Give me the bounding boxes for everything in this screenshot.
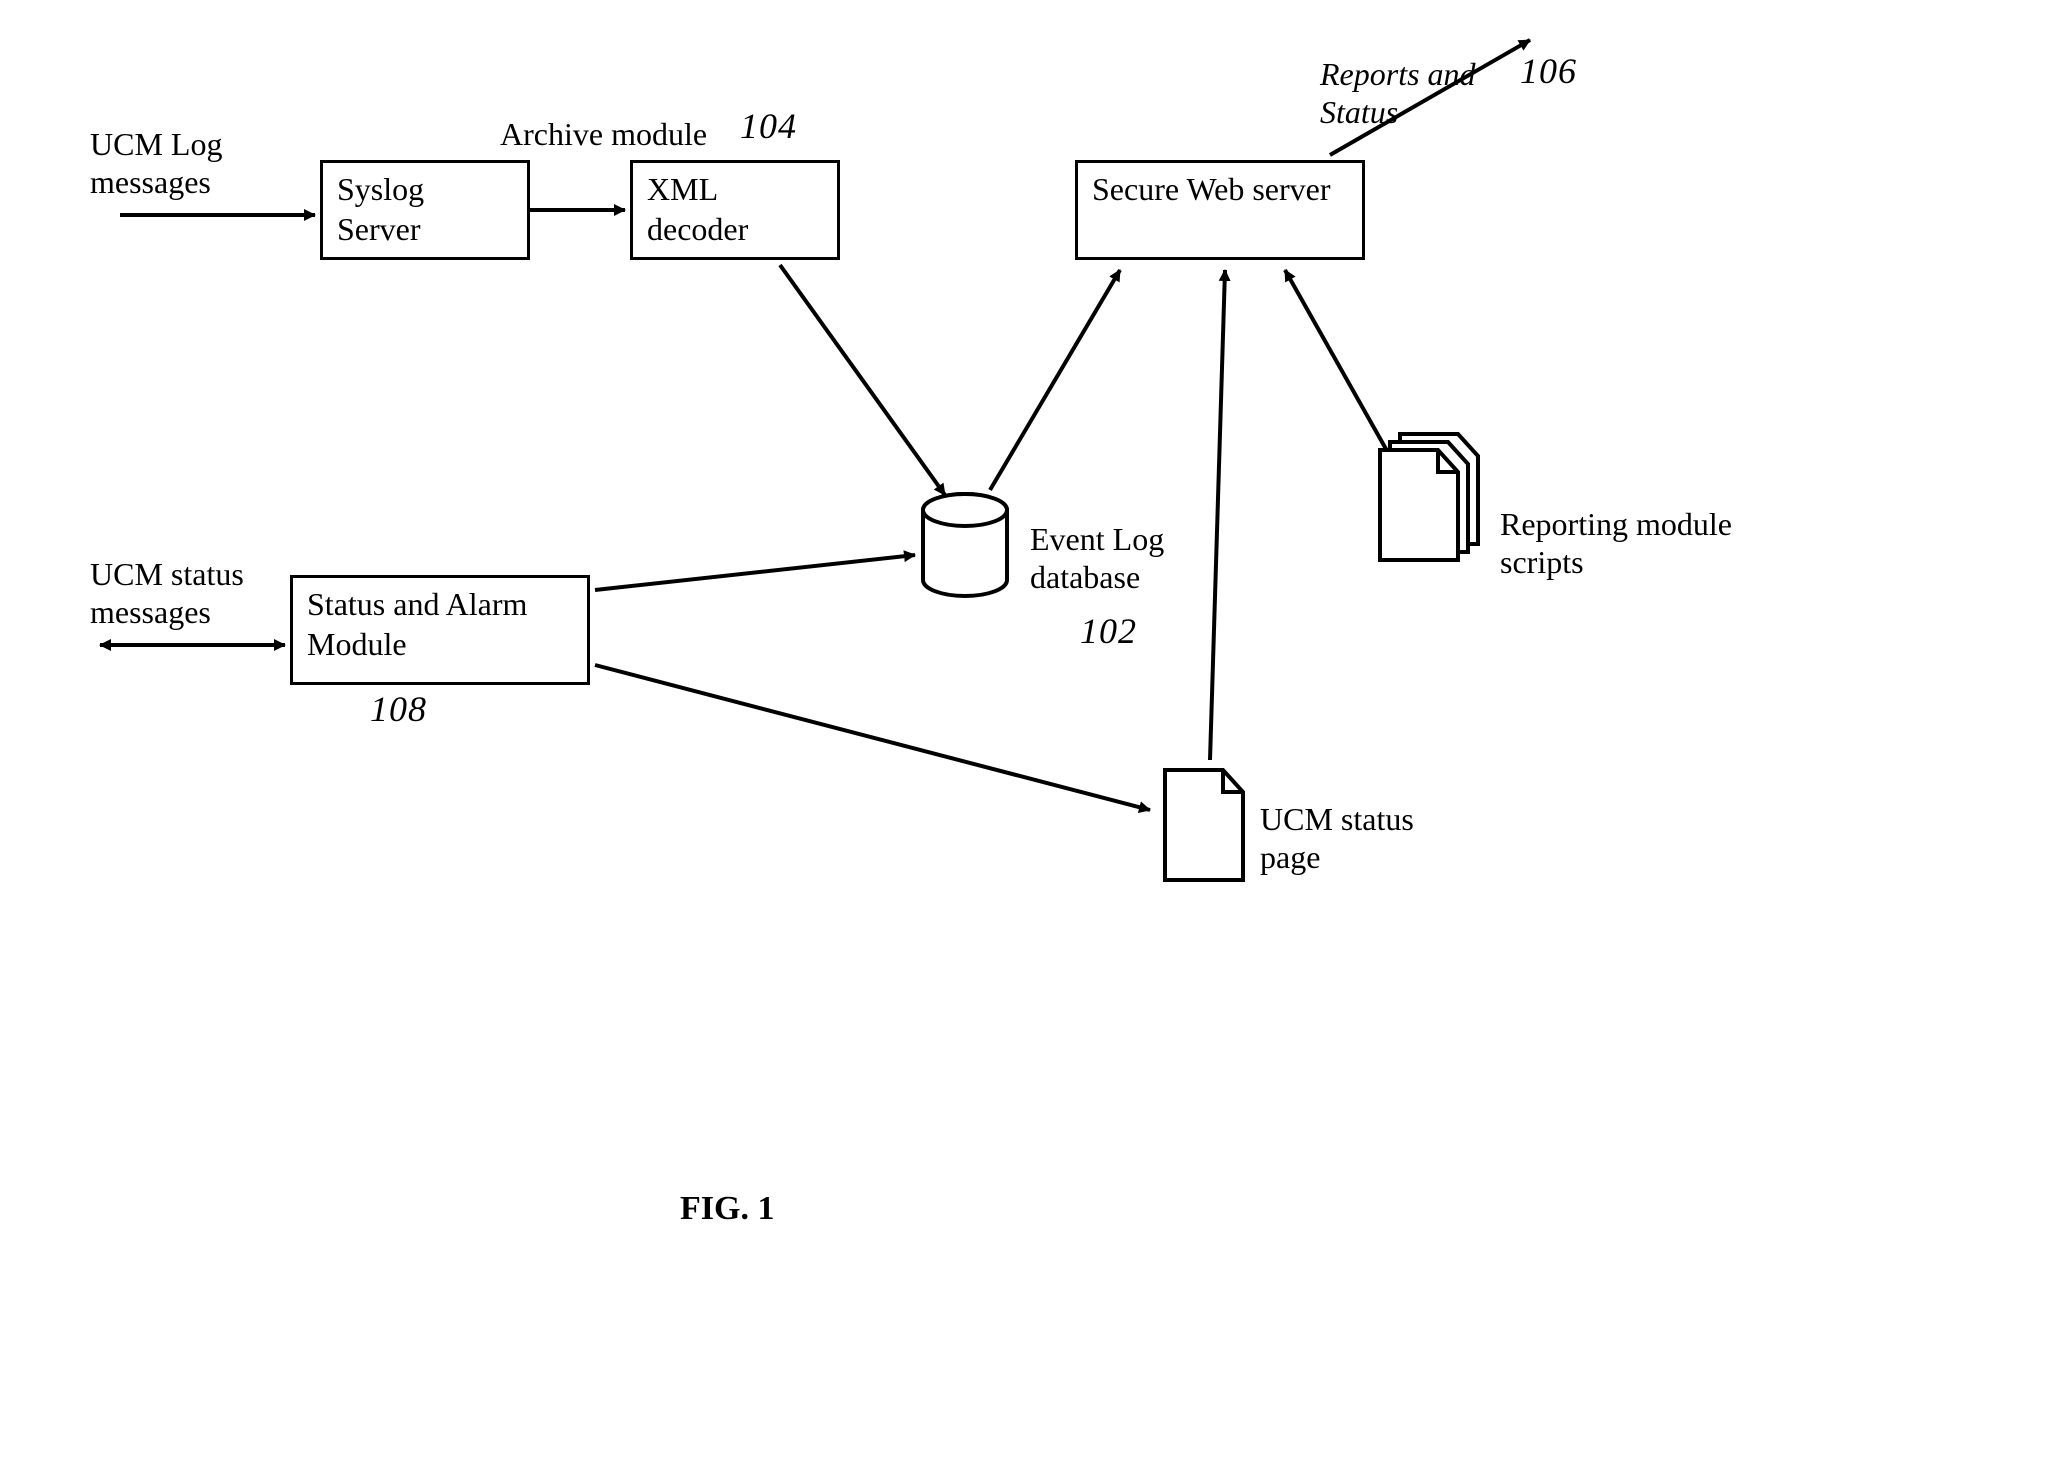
arrow-scripts-to-web <box>1285 270 1395 465</box>
ref-108: 108 <box>370 688 427 731</box>
label-ucm-log-messages: UCM Log messages <box>90 125 222 202</box>
ref-102: 102 <box>1080 610 1137 653</box>
label-reporting-scripts: Reporting module scripts <box>1500 505 1732 582</box>
arrow-status-to-page <box>595 665 1150 810</box>
arrow-xml-to-db <box>780 265 945 495</box>
box-syslog-server: Syslog Server <box>320 160 530 260</box>
label-event-log-database: Event Log database <box>1030 520 1164 597</box>
diagram-stage: UCM Log messages UCM status messages Arc… <box>0 0 2054 1484</box>
documents-stack-icon <box>1380 434 1478 560</box>
ref-106: 106 <box>1520 50 1577 93</box>
label-archive-module: Archive module <box>500 115 707 153</box>
ref-104: 104 <box>740 105 797 148</box>
figure-caption: FIG. 1 <box>680 1190 774 1228</box>
svg-overlay <box>0 0 2054 1484</box>
label-ucm-status-messages: UCM status messages <box>90 555 244 632</box>
document-icon <box>1165 770 1243 880</box>
box-secure-web-server: Secure Web server <box>1075 160 1365 260</box>
arrow-status-to-db <box>595 555 915 590</box>
label-reports-and-status: Reports and Status <box>1320 55 1476 132</box>
database-icon <box>923 494 1007 596</box>
arrow-page-to-web <box>1210 270 1225 760</box>
box-status-alarm-module: Status and Alarm Module <box>290 575 590 685</box>
label-ucm-status-page: UCM status page <box>1260 800 1414 877</box>
box-xml-decoder: XML decoder <box>630 160 840 260</box>
arrow-db-to-web <box>990 270 1120 490</box>
